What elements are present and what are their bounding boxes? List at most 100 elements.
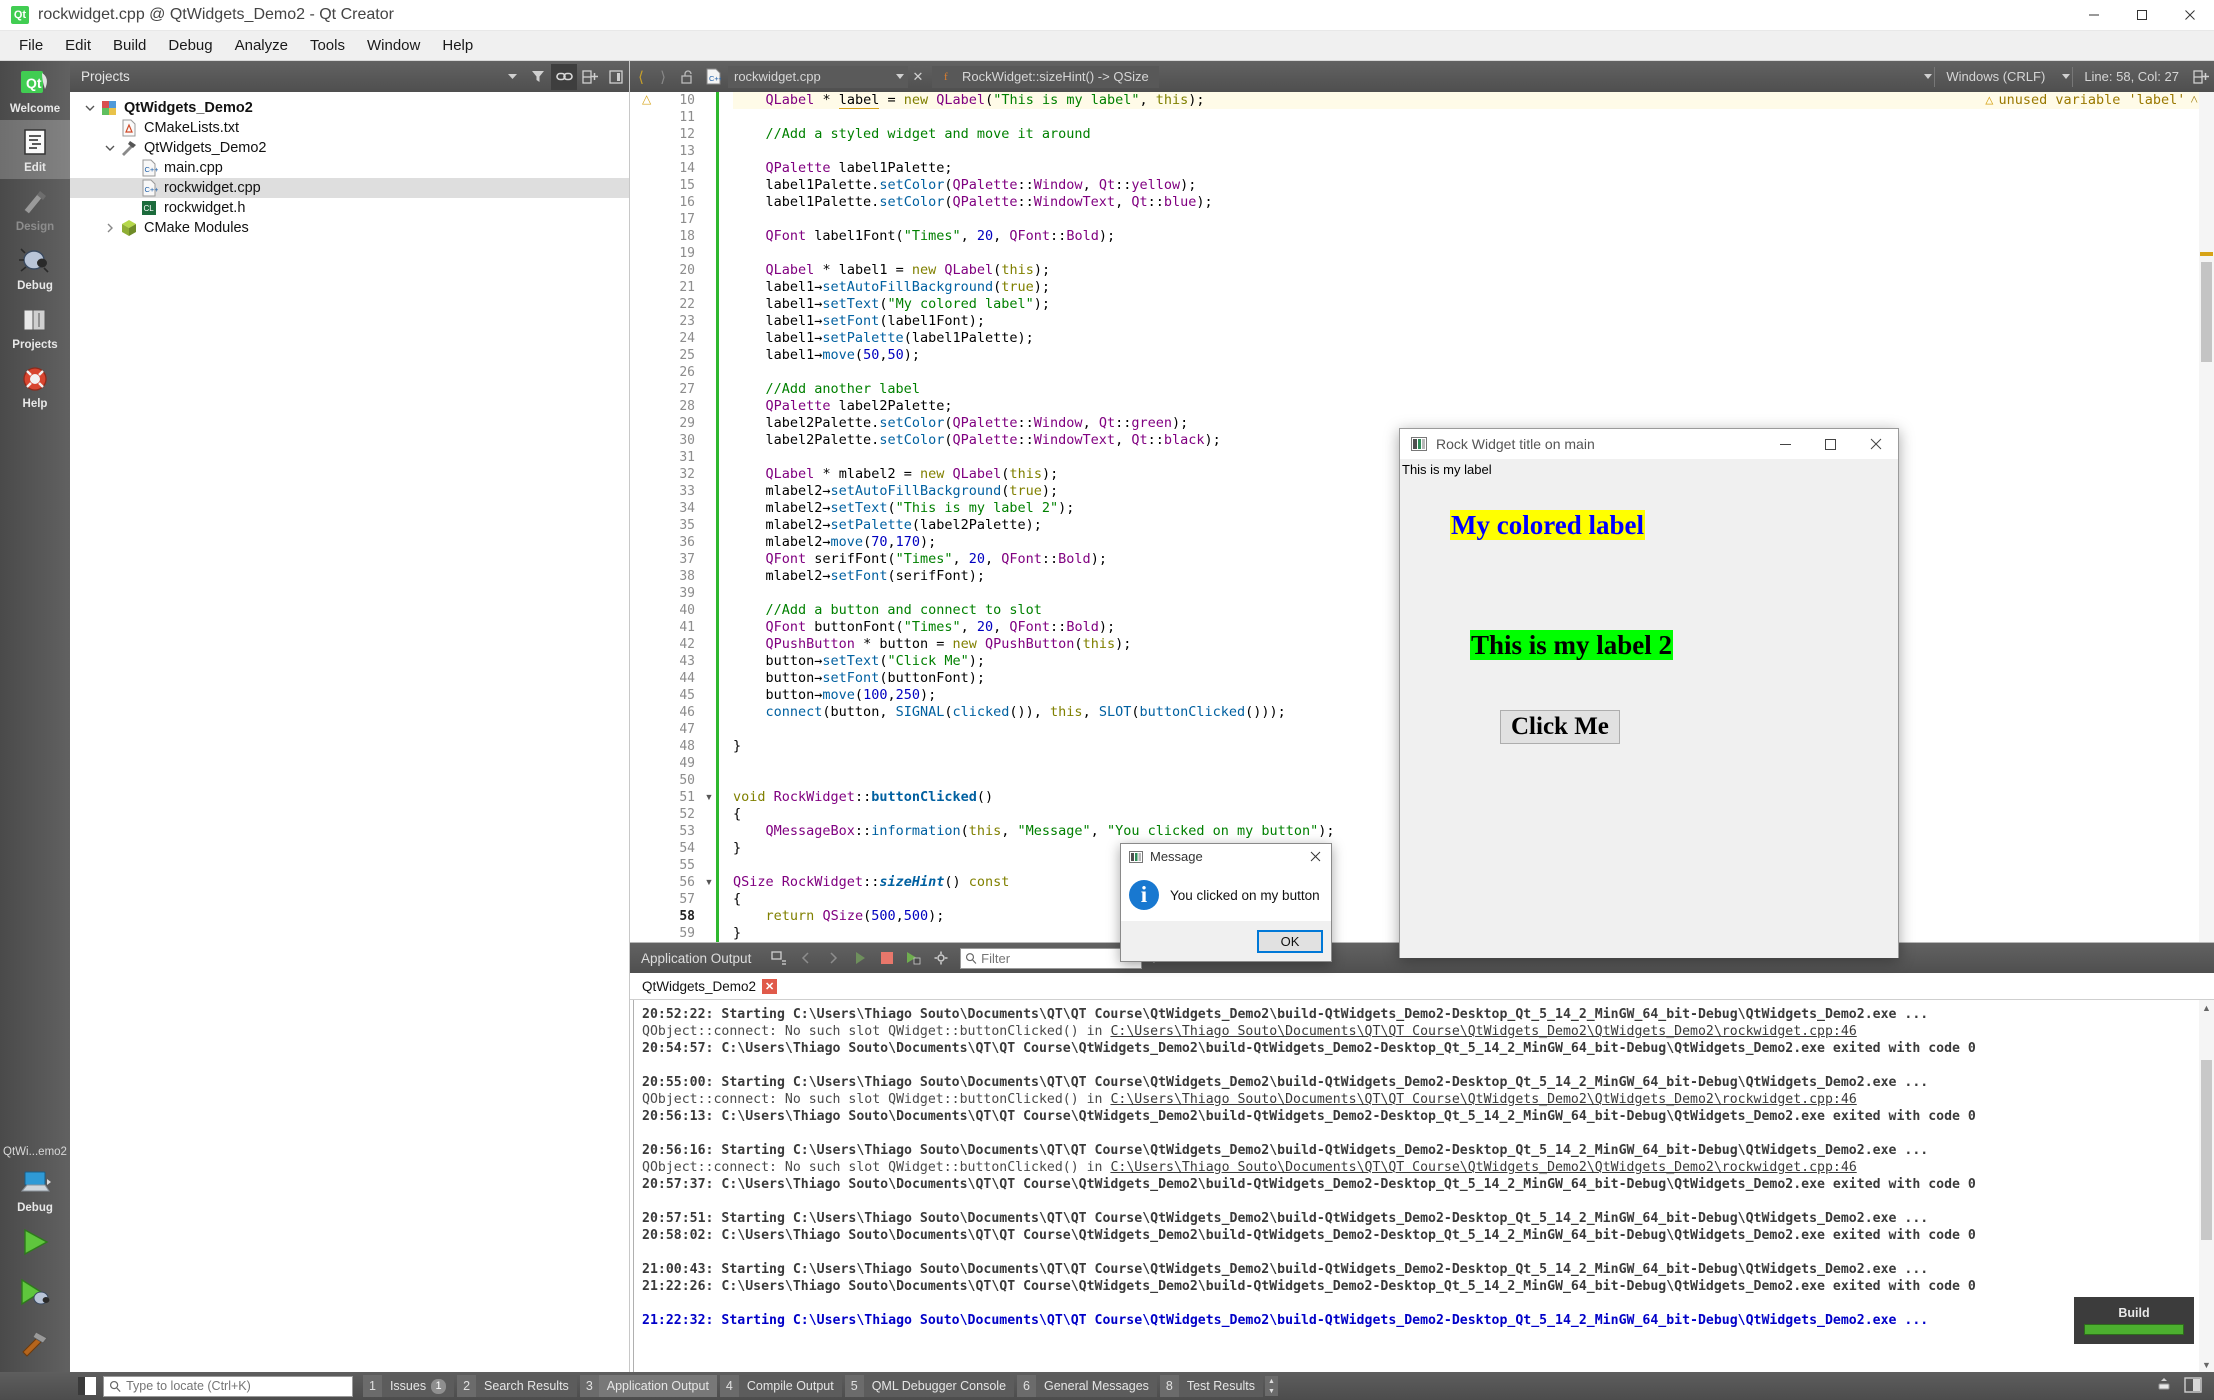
- code-line[interactable]: label1Palette.setColor(QPalette::Window,…: [733, 177, 2214, 194]
- tree-item-rockwidget-h[interactable]: CL rockwidget.h: [70, 198, 629, 218]
- next-item-icon[interactable]: [819, 945, 846, 971]
- code-line[interactable]: QPalette label1Palette;: [733, 160, 2214, 177]
- back-arrow-icon[interactable]: ⟨: [630, 68, 652, 86]
- editor-vertical-scrollbar[interactable]: [2199, 92, 2214, 942]
- output-tab-qtwidgets-demo2[interactable]: QtWidgets_Demo2 ✕: [630, 973, 787, 1000]
- code-line[interactable]: label1→setPalette(label1Palette);: [733, 330, 2214, 347]
- settings-gear-icon[interactable]: [927, 945, 954, 971]
- filter-icon[interactable]: [525, 64, 551, 90]
- close-button[interactable]: [2166, 0, 2214, 31]
- scrollbar-thumb[interactable]: [2201, 262, 2212, 362]
- output-pane-button-general-messages[interactable]: 6 General Messages: [1017, 1375, 1157, 1397]
- open-file-combo[interactable]: rockwidget.cpp: [728, 65, 908, 88]
- forward-arrow-icon[interactable]: ⟩: [652, 68, 674, 86]
- code-line[interactable]: QPalette label2Palette;: [733, 398, 2214, 415]
- message-dialog-titlebar[interactable]: Message: [1121, 844, 1331, 869]
- inline-warning-banner[interactable]: △ unused variable 'label' ˄: [1985, 92, 2202, 109]
- output-filter-input[interactable]: [981, 950, 1142, 966]
- spinner-up-icon[interactable]: ▲: [1264, 1376, 1278, 1386]
- output-scrollbar-thumb[interactable]: [2201, 1060, 2212, 1240]
- output-filter-box[interactable]: [960, 947, 1143, 969]
- panel-chevron-down-icon[interactable]: [499, 64, 525, 90]
- run-button[interactable]: [17, 1219, 53, 1270]
- output-pane-button-issues[interactable]: 1 Issues 1: [363, 1375, 455, 1397]
- tree-item-qtwidgets-demo2[interactable]: QtWidgets_Demo2: [70, 98, 629, 118]
- menu-item-tools[interactable]: Tools: [299, 33, 356, 58]
- code-line[interactable]: //Add a styled widget and move it around: [733, 126, 2214, 143]
- menu-item-analyze[interactable]: Analyze: [224, 33, 299, 58]
- locator-input[interactable]: [126, 1379, 352, 1393]
- start-debugging-button[interactable]: [17, 1270, 53, 1321]
- menu-item-build[interactable]: Build: [102, 33, 157, 58]
- stop-icon[interactable]: [873, 945, 900, 971]
- menu-item-debug[interactable]: Debug: [157, 33, 223, 58]
- link-synchronize-icon[interactable]: [551, 63, 577, 90]
- build-button[interactable]: [17, 1321, 53, 1372]
- rock-widget-minimize-button[interactable]: [1763, 429, 1808, 460]
- menu-item-window[interactable]: Window: [356, 33, 431, 58]
- output-file-link[interactable]: C:\Users\Thiago Souto\Documents\QT\QT Co…: [1110, 1160, 1856, 1175]
- code-line[interactable]: [733, 211, 2214, 228]
- toggle-sidebar-icon[interactable]: [78, 1377, 96, 1395]
- tree-item-cmake-modules[interactable]: CMake Modules: [70, 218, 629, 238]
- mode-button-projects[interactable]: Projects: [0, 297, 70, 356]
- line-ending-label[interactable]: Windows (CRLF): [1937, 69, 2054, 84]
- progress-details-icon[interactable]: [2154, 1375, 2174, 1398]
- minimize-button[interactable]: [2070, 0, 2118, 31]
- fold-marker-column[interactable]: ▼ ▼: [702, 92, 716, 942]
- locator-box[interactable]: [103, 1375, 353, 1397]
- click-me-button[interactable]: Click Me: [1500, 710, 1620, 744]
- unlocked-icon[interactable]: [674, 69, 700, 84]
- output-file-link[interactable]: C:\Users\Thiago Souto\Documents\QT\QT Co…: [1110, 1092, 1856, 1107]
- rock-widget-close-button[interactable]: [1853, 429, 1898, 460]
- output-pane-spinner[interactable]: ▲ ▼: [1264, 1376, 1278, 1396]
- code-line[interactable]: [733, 109, 2214, 126]
- tree-item-cmakelists-txt[interactable]: CMakeLists.txt: [70, 118, 629, 138]
- menu-item-help[interactable]: Help: [431, 33, 484, 58]
- warning-triangle-icon[interactable]: △: [642, 92, 651, 106]
- rerun-icon[interactable]: [846, 945, 873, 971]
- output-file-link[interactable]: C:\Users\Thiago Souto\Documents\QT\QT Co…: [1110, 1024, 1856, 1039]
- editor-options-chevron-icon[interactable]: [1924, 74, 1933, 79]
- run-with-output-icon[interactable]: [900, 945, 927, 971]
- output-line[interactable]: QObject::connect: No such slot QWidget::…: [642, 1159, 2199, 1176]
- code-line[interactable]: label1→setFont(label1Font);: [733, 313, 2214, 330]
- maximize-button[interactable]: [2118, 0, 2166, 31]
- code-line[interactable]: label1Palette.setColor(QPalette::WindowT…: [733, 194, 2214, 211]
- scroll-down-icon[interactable]: ▼: [2199, 1357, 2214, 1372]
- code-line[interactable]: QFont label1Font("Times", 20, QFont::Bol…: [733, 228, 2214, 245]
- tree-item-rockwidget-cpp[interactable]: C++ rockwidget.cpp: [70, 178, 629, 198]
- mode-button-debug[interactable]: Debug: [0, 238, 70, 297]
- mode-button-design[interactable]: Design: [0, 179, 70, 238]
- rock-widget-window[interactable]: Rock Widget title on main This is my lab…: [1399, 428, 1899, 958]
- code-line[interactable]: QLabel * label1 = new QLabel(this);: [733, 262, 2214, 279]
- scroll-up-icon[interactable]: ▲: [2199, 1000, 2214, 1015]
- output-pane-button-application-output[interactable]: 3 Application Output: [579, 1375, 717, 1397]
- rock-widget-titlebar[interactable]: Rock Widget title on main: [1400, 429, 1898, 460]
- fold-toggle-icon[interactable]: ▼: [702, 789, 716, 806]
- code-line[interactable]: [733, 143, 2214, 160]
- split-editor-icon[interactable]: [2188, 69, 2214, 84]
- warning-collapse-icon[interactable]: ˄: [2190, 92, 2198, 109]
- chevron-down-icon[interactable]: [80, 103, 100, 113]
- code-line[interactable]: label1→move(50,50);: [733, 347, 2214, 364]
- output-pane-toggle-icon[interactable]: [2184, 1376, 2202, 1397]
- cursor-position-label[interactable]: Line: 58, Col: 27: [2075, 69, 2188, 84]
- attach-debugger-icon[interactable]: [765, 945, 792, 971]
- close-file-button[interactable]: ✕: [908, 69, 928, 85]
- message-dialog-close-button[interactable]: [1299, 844, 1331, 869]
- chevron-right-icon[interactable]: [100, 223, 120, 233]
- mode-button-help[interactable]: Help: [0, 356, 70, 415]
- output-pane-button-qml-debugger-console[interactable]: 5 QML Debugger Console: [844, 1375, 1015, 1397]
- code-line[interactable]: [733, 245, 2214, 262]
- tree-item-main-cpp[interactable]: C++ main.cpp: [70, 158, 629, 178]
- output-line[interactable]: QObject::connect: No such slot QWidget::…: [642, 1023, 2199, 1040]
- ok-button[interactable]: OK: [1257, 930, 1323, 953]
- output-vertical-scrollbar[interactable]: ▲ ▼: [2199, 1000, 2214, 1372]
- mode-button-edit[interactable]: Edit: [0, 120, 70, 179]
- rock-widget-maximize-button[interactable]: [1808, 429, 1853, 460]
- code-line[interactable]: [733, 364, 2214, 381]
- mode-button-welcome[interactable]: Qt Welcome: [0, 61, 70, 120]
- output-pane-button-test-results[interactable]: 8 Test Results: [1159, 1375, 1263, 1397]
- code-line[interactable]: //Add another label: [733, 381, 2214, 398]
